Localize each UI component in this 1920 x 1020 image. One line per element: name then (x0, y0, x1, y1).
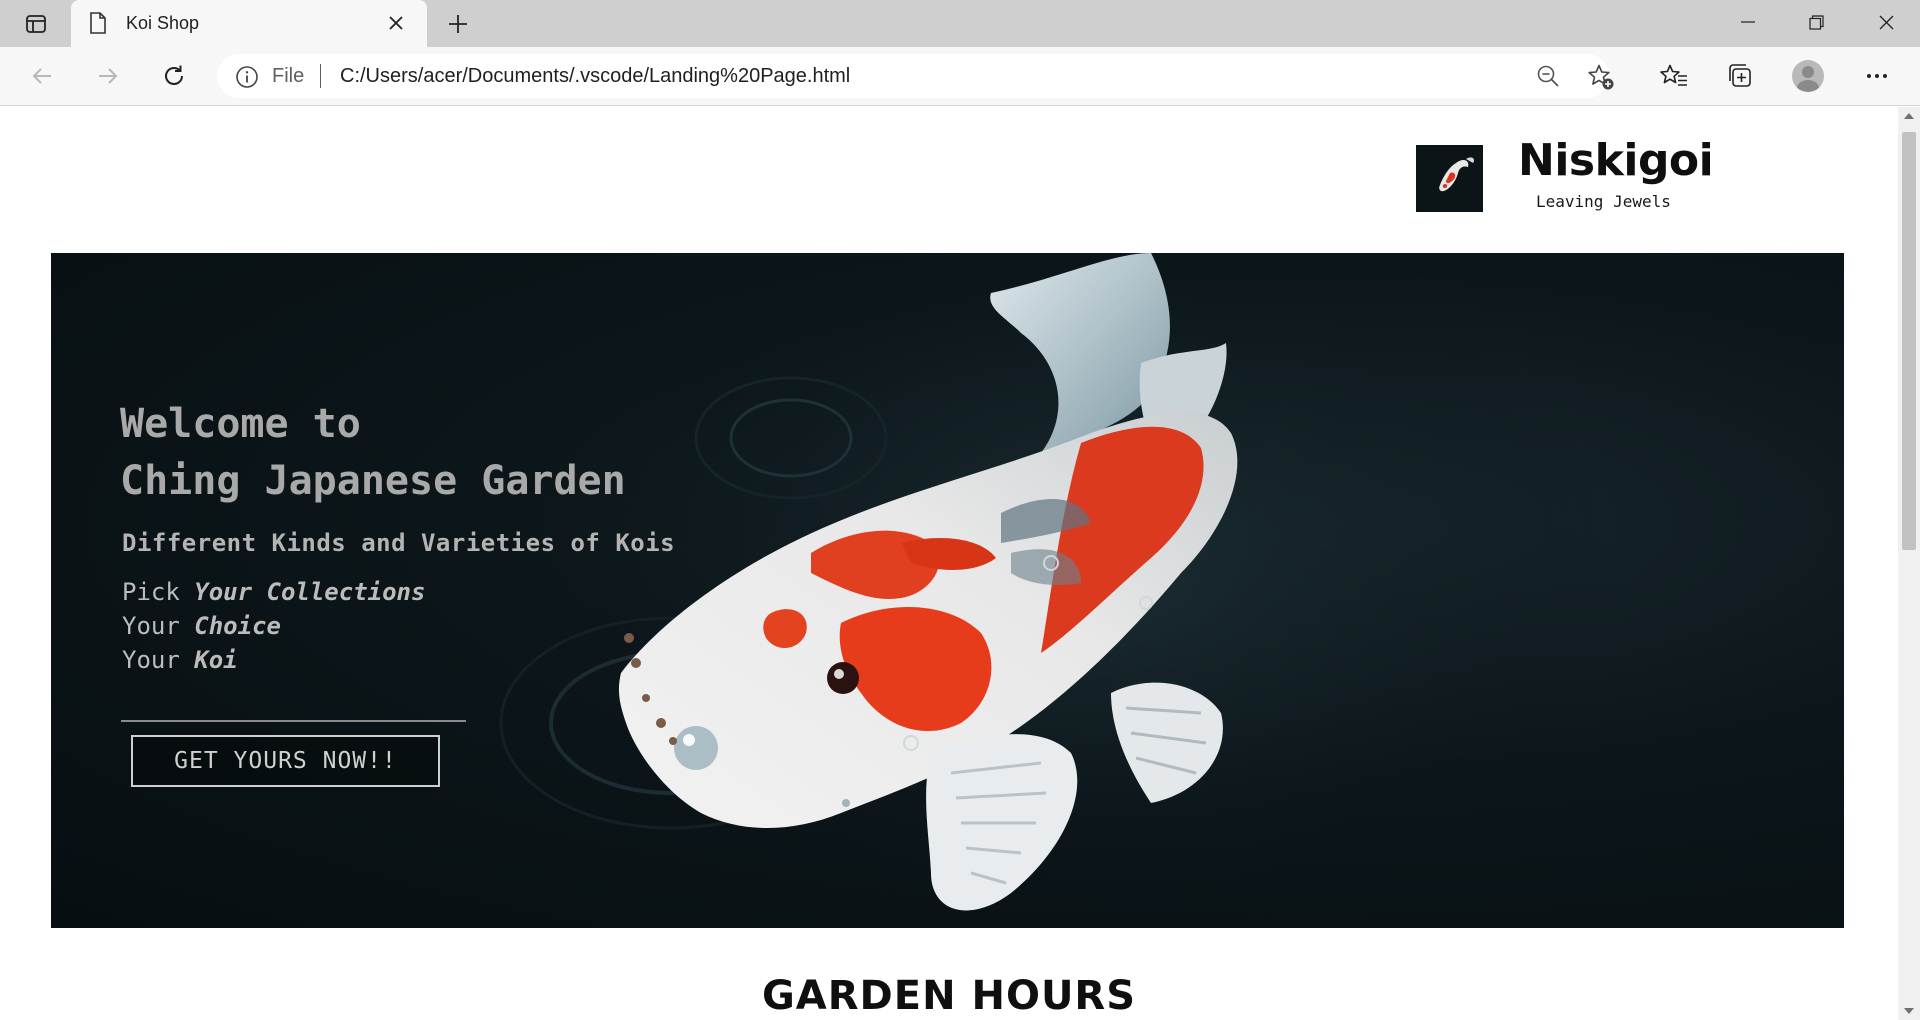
more-icon (1867, 74, 1887, 78)
hero-subtitle: Different Kinds and Varieties of Kois (122, 529, 676, 557)
close-icon (1879, 15, 1893, 29)
avatar (1792, 60, 1824, 92)
forward-button[interactable] (88, 56, 128, 96)
plus-icon (449, 15, 467, 33)
brand-logo[interactable] (1416, 145, 1483, 212)
hero-tagline-list: Pick Your Collections Your Choice Your K… (122, 575, 425, 677)
hero-tagline-line: Your Choice (122, 609, 425, 643)
refresh-icon (165, 65, 183, 85)
add-favorite-icon[interactable] (1587, 63, 1615, 96)
get-yours-now-button[interactable]: GET YOURS NOW!! (131, 735, 440, 787)
tab-strip: Koi Shop (0, 0, 1920, 48)
refresh-button[interactable] (154, 56, 194, 96)
hero-title: Welcome to Ching Japanese Garden (120, 396, 626, 510)
zoom-out-icon[interactable] (1535, 63, 1561, 94)
page-icon (89, 12, 107, 39)
scroll-thumb[interactable] (1902, 132, 1916, 550)
tab-actions-button[interactable] (14, 9, 58, 39)
tagline-emphasis: Choice (194, 612, 281, 640)
hero-tagline-line: Your Koi (122, 643, 425, 677)
collections-icon (1729, 64, 1751, 87)
new-tab-button[interactable] (442, 8, 474, 40)
hero-title-line1: Welcome to (120, 401, 361, 447)
active-tab[interactable]: Koi Shop (71, 0, 427, 48)
browser-toolbar: File C:/Users/acer/Documents/.vscode/Lan… (0, 47, 1920, 106)
minimize-icon (1741, 21, 1755, 23)
scroll-up-arrow-icon[interactable] (1904, 113, 1914, 119)
restore-button[interactable] (1782, 0, 1850, 44)
tab-actions-icon (26, 15, 46, 33)
close-tab-icon[interactable] (385, 12, 407, 34)
tagline-emphasis: Your Collections (194, 578, 426, 606)
back-arrow-icon (32, 68, 51, 84)
favorites-icon (1660, 64, 1687, 86)
profile-button[interactable] (1788, 56, 1828, 96)
garden-hours-heading: GARDEN HOURS (761, 973, 1137, 1019)
back-button[interactable] (22, 56, 62, 96)
restore-icon (1808, 14, 1824, 30)
page-viewport: Niskigoi Leaving Jewels Welcome to Ching… (0, 107, 1898, 1020)
minimize-button[interactable] (1714, 0, 1782, 44)
collections-button[interactable] (1720, 56, 1760, 96)
page-scrollbar[interactable] (1898, 107, 1920, 1020)
settings-more-button[interactable] (1857, 56, 1897, 96)
hero-banner: Welcome to Ching Japanese Garden Differe… (51, 253, 1844, 928)
hero-tagline-line: Pick Your Collections (122, 575, 425, 609)
hero-divider (121, 720, 466, 722)
tab-title: Koi Shop (126, 13, 200, 33)
tagline-prefix: Your (122, 646, 180, 674)
tagline-emphasis: Koi (194, 646, 238, 674)
address-bar[interactable]: File C:/Users/acer/Documents/.vscode/Lan… (217, 54, 1614, 98)
info-icon[interactable] (235, 65, 259, 94)
address-scheme: File (272, 65, 305, 87)
address-url[interactable]: C:/Users/acer/Documents/.vscode/Landing%… (340, 65, 850, 88)
tagline-prefix: Your (122, 612, 180, 640)
brand-tagline: Leaving Jewels (1536, 192, 1671, 211)
favorites-button[interactable] (1654, 56, 1694, 96)
tagline-prefix: Pick (122, 578, 180, 606)
hero-title-line2: Ching Japanese Garden (120, 458, 626, 504)
forward-arrow-icon (99, 68, 118, 84)
close-window-button[interactable] (1852, 0, 1920, 44)
brand-name: Niskigoi (1518, 135, 1714, 186)
scroll-down-arrow-icon[interactable] (1904, 1008, 1914, 1014)
address-divider (320, 64, 321, 88)
